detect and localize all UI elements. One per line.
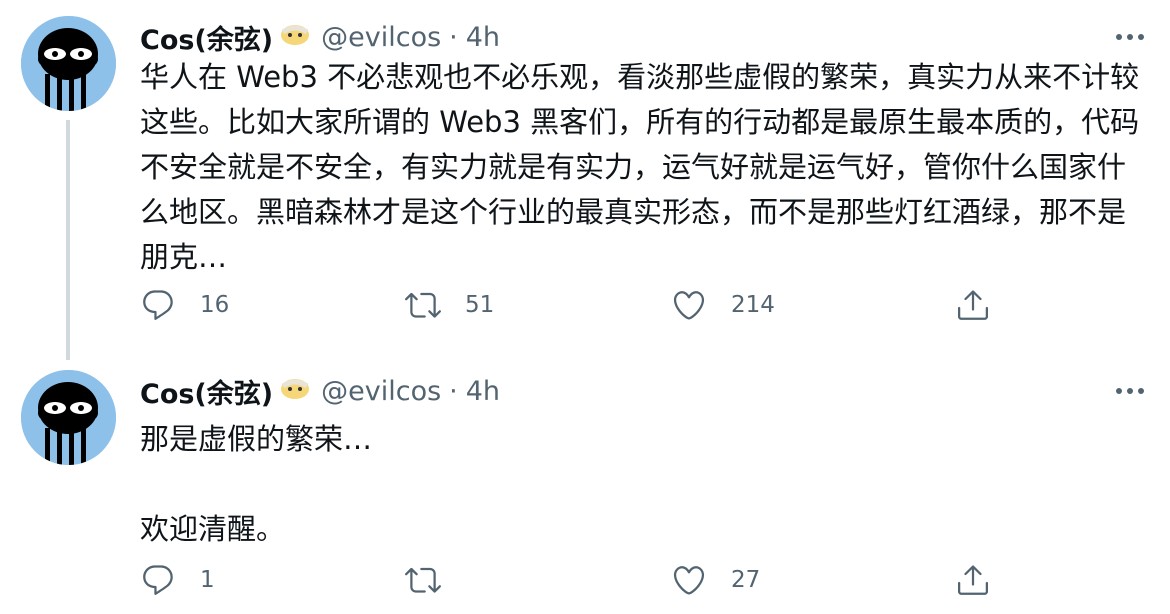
like-count: 27 — [731, 567, 761, 593]
separator-dot: · — [449, 21, 458, 53]
separator-dot: · — [449, 375, 458, 407]
tweet-2[interactable]: Cos(余弦) @evilcos · 4h 那是虚假的繁荣… 欢迎清醒。 1 2… — [0, 360, 1170, 614]
display-name[interactable]: Cos(余弦) — [140, 372, 273, 411]
tweet-text: 那是虚假的繁荣… 欢迎清醒。 — [140, 422, 373, 546]
tweet-header: Cos(余弦) @evilcos · 4h — [140, 371, 500, 411]
share-icon — [958, 290, 988, 320]
reply-count: 1 — [200, 567, 215, 593]
retweet-button[interactable]: 51 — [405, 285, 494, 325]
retweet-icon — [405, 292, 441, 318]
user-handle[interactable]: @evilcos — [321, 22, 441, 53]
tweet-header: Cos(余弦) @evilcos · 4h — [140, 17, 500, 57]
more-horizontal-icon[interactable] — [1112, 373, 1148, 409]
retweet-icon — [405, 567, 441, 593]
reply-button[interactable]: 16 — [140, 285, 229, 325]
avatar-image — [21, 370, 116, 465]
timestamp[interactable]: 4h — [466, 376, 500, 407]
like-button[interactable]: 214 — [671, 285, 775, 325]
retweet-count: 51 — [465, 292, 495, 318]
like-button[interactable]: 27 — [671, 560, 760, 600]
reply-icon — [143, 565, 173, 595]
reply-count: 16 — [200, 292, 230, 318]
emoji-badge-icon — [279, 376, 311, 407]
like-count: 214 — [731, 292, 775, 318]
action-bar: 1 27 — [140, 560, 1020, 600]
heart-icon — [673, 566, 705, 595]
tweet-text: 华人在 Web3 不必悲观也不必乐观，看淡那些虚假的繁荣，真实力从来不计较这些。… — [140, 60, 1140, 274]
tweet-1[interactable]: Cos(余弦) @evilcos · 4h 华人在 Web3 不必悲观也不必乐观… — [0, 0, 1170, 360]
heart-icon — [673, 291, 705, 320]
more-horizontal-icon[interactable] — [1112, 19, 1148, 55]
emoji-badge-icon — [279, 22, 311, 53]
avatar[interactable] — [21, 370, 116, 465]
action-bar: 16 51 214 — [140, 285, 1020, 325]
share-icon — [958, 565, 988, 595]
avatar-image — [21, 16, 116, 111]
reply-button[interactable]: 1 — [140, 560, 215, 600]
user-handle[interactable]: @evilcos — [321, 376, 441, 407]
reply-icon — [143, 290, 173, 320]
timestamp[interactable]: 4h — [466, 22, 500, 53]
thread-line — [66, 120, 70, 360]
retweet-button[interactable] — [405, 560, 465, 600]
share-button[interactable] — [955, 560, 991, 600]
share-button[interactable] — [955, 285, 991, 325]
display-name[interactable]: Cos(余弦) — [140, 18, 273, 57]
avatar[interactable] — [21, 16, 116, 111]
